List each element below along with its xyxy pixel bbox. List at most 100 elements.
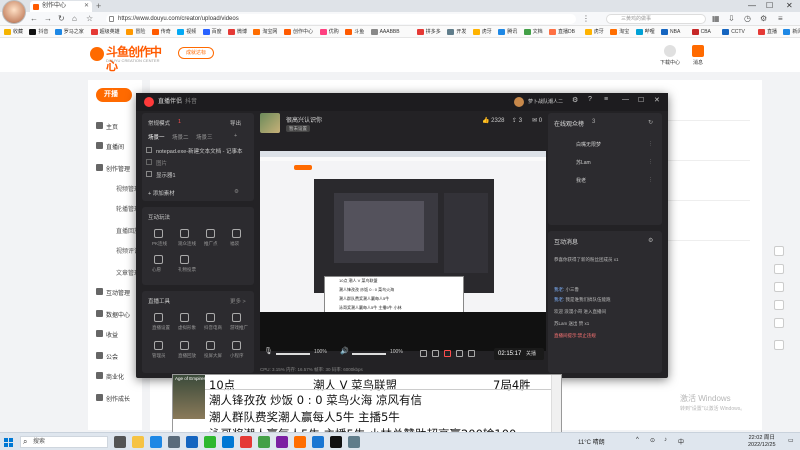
add-source-button[interactable]: + 添加素材 <box>148 189 175 197</box>
bookmark-item[interactable]: 收藏 <box>4 28 23 36</box>
taskbar-app-tiktok-icon[interactable] <box>330 436 342 448</box>
browser-menu-icon[interactable]: ≡ <box>778 13 783 25</box>
source-item[interactable]: 图片 <box>156 159 167 167</box>
source-item[interactable]: 显示器1 <box>156 171 176 179</box>
weather-widget[interactable]: 11°C 晴朗 <box>578 437 605 446</box>
back-icon[interactable]: ← <box>30 13 38 25</box>
bookmark-item[interactable]: CCTV <box>722 28 745 36</box>
bookmark-item[interactable]: CBA <box>691 28 711 36</box>
mic-icon[interactable]: 🎙 <box>264 347 273 355</box>
notification-icon[interactable]: ▭ <box>788 437 794 444</box>
taskbar-search-input[interactable]: 搜索 <box>20 436 108 448</box>
bookmark-item[interactable]: 新闻 <box>783 28 800 36</box>
float-tool-icon[interactable] <box>774 318 784 328</box>
sidebar-item[interactable]: 数据中心 <box>96 310 130 319</box>
taskbar-photos-icon[interactable] <box>222 436 234 448</box>
refresh-icon[interactable]: ↻ <box>58 13 65 25</box>
app-close-button[interactable]: ✕ <box>654 96 660 104</box>
camera-icon[interactable] <box>432 350 439 357</box>
bookmark-item[interactable]: 优购 <box>319 28 339 36</box>
user-profile-avatar[interactable] <box>2 0 26 24</box>
bookmark-item[interactable]: 拼多多 <box>416 28 441 36</box>
audience-more-icon[interactable]: ⋮ <box>648 141 653 147</box>
audience-more-icon[interactable]: ⋮ <box>648 159 653 165</box>
tool-icon[interactable] <box>154 255 163 264</box>
network-icon[interactable]: ⊙ <box>650 437 655 444</box>
sidebar-item[interactable]: 直播间 <box>96 142 124 151</box>
bookmark-item[interactable]: 罗马之家 <box>54 28 84 36</box>
tool-icon[interactable] <box>206 229 215 238</box>
bookmark-item[interactable]: 斗鱼 <box>345 28 364 36</box>
browser-tab[interactable]: 创作中心 ✕ <box>30 1 92 12</box>
scene-mode-label[interactable]: 常规模式 <box>148 119 170 127</box>
tool-icon[interactable] <box>180 313 189 322</box>
scene-tab-2[interactable]: 场景二 <box>172 133 189 141</box>
float-tool-icon[interactable] <box>774 282 784 292</box>
bookmark-item[interactable]: NBA <box>661 28 680 36</box>
source-settings-icon[interactable]: ⚙ <box>234 189 239 195</box>
home-icon[interactable]: ⌂ <box>72 13 77 25</box>
tools-more-link[interactable]: 更多 > <box>230 297 246 305</box>
tool-icon[interactable] <box>232 313 241 322</box>
tool-icon[interactable] <box>180 229 189 238</box>
bookmark-item[interactable]: 虎牙 <box>472 28 492 36</box>
tool-icon[interactable] <box>232 341 241 350</box>
tab-close-icon[interactable]: ✕ <box>84 1 89 12</box>
app-help-icon[interactable]: ? <box>588 96 592 103</box>
extensions-icon[interactable]: ▦ <box>712 13 720 25</box>
tool-icon[interactable] <box>180 255 189 264</box>
room-title[interactable]: 很高兴认识你 <box>286 115 322 124</box>
taskbar-wechat-icon[interactable] <box>204 436 216 448</box>
app-maximize-button[interactable]: ☐ <box>638 96 644 104</box>
bookmark-item[interactable]: 文档 <box>523 28 543 36</box>
page-menu-icon[interactable]: ⋮ <box>582 13 590 25</box>
bookmark-item[interactable]: 淘宝 <box>610 28 629 36</box>
bookmark-item[interactable]: 腾讯 <box>498 28 517 36</box>
bookmark-item[interactable]: 直播 <box>758 28 777 36</box>
input-method-icon[interactable]: 中 <box>678 437 684 446</box>
sidebar-item[interactable]: 互动管理 <box>96 288 130 297</box>
taskbar-app-blue-icon[interactable] <box>312 436 324 448</box>
start-live-button[interactable]: 开播 <box>96 88 132 102</box>
tool-icon[interactable] <box>154 313 163 322</box>
download-center-link[interactable]: 下载中心 <box>660 45 680 66</box>
bookmark-item[interactable]: 微博 <box>228 28 247 36</box>
scene-tab-3[interactable]: 场景三 <box>196 133 213 141</box>
taskbar-store-icon[interactable] <box>168 436 180 448</box>
layout-icon[interactable] <box>456 350 463 357</box>
bookmark-item[interactable]: 虎牙 <box>584 28 604 36</box>
bookmark-item[interactable]: 哔哩 <box>635 28 655 36</box>
sidebar-item[interactable]: 创作管理 <box>96 164 130 173</box>
game-thumbnail[interactable]: Age of Empires <box>173 375 206 419</box>
back-to-top-icon[interactable] <box>774 340 784 350</box>
speaker-volume-slider[interactable] <box>352 353 386 355</box>
record-icon[interactable] <box>420 350 427 357</box>
windows-start-icon[interactable] <box>4 438 13 447</box>
messages-link[interactable]: 消息 <box>692 45 704 66</box>
douyu-creator-logo[interactable]: 斗鱼创作中心 DOUYU CREATION CENTER <box>90 45 166 73</box>
volume-icon[interactable]: ♪ <box>664 437 667 443</box>
audience-more-icon[interactable]: ⋮ <box>648 177 653 183</box>
downloads-icon[interactable]: ⇩ <box>728 13 735 25</box>
float-tool-icon[interactable] <box>774 300 784 310</box>
tray-chevron-icon[interactable]: ^ <box>636 437 639 443</box>
audience-avatar[interactable] <box>560 139 570 149</box>
bookmark-item[interactable]: 视频 <box>177 28 196 36</box>
tool-icon[interactable] <box>206 313 215 322</box>
source-item[interactable]: notepad.exe-新建文本文档 - 记事本 <box>156 147 243 155</box>
app-settings-icon[interactable]: ⚙ <box>572 96 578 104</box>
streamer-avatar[interactable] <box>514 97 524 107</box>
taskbar-app-orange-icon[interactable] <box>294 436 306 448</box>
audience-avatar[interactable] <box>560 175 570 185</box>
browser-search-input[interactable]: 三黄鸡的做事 <box>606 14 706 24</box>
tool-icon[interactable] <box>232 229 241 238</box>
speaker-icon[interactable]: 🔊 <box>340 347 349 355</box>
room-cover[interactable] <box>260 113 280 133</box>
app-minimize-button[interactable]: — <box>622 96 629 103</box>
forward-icon[interactable]: → <box>44 13 52 25</box>
tool-icon[interactable] <box>180 341 189 350</box>
app-menu-icon[interactable]: ≡ <box>604 96 608 103</box>
mic-volume-slider[interactable] <box>276 353 310 355</box>
tool-icon[interactable] <box>206 341 215 350</box>
bookmark-item[interactable]: 淘宝网 <box>253 28 277 36</box>
